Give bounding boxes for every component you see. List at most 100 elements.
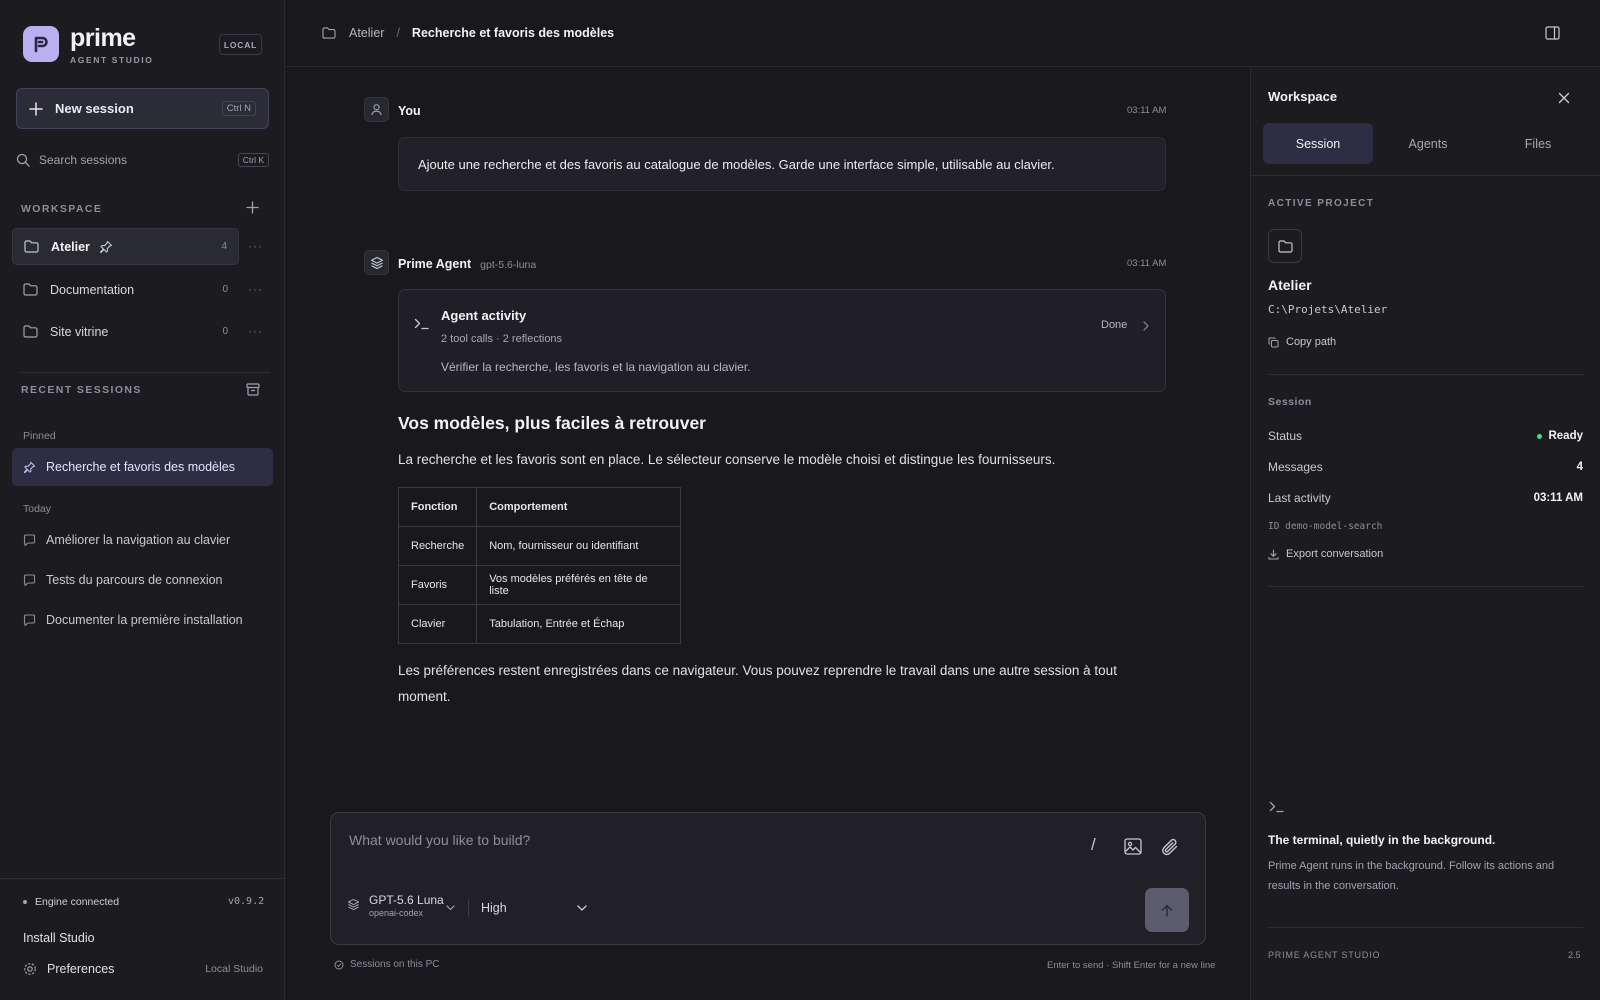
answer-table: Fonction Comportement Recherche Nom, fou… <box>397 487 682 644</box>
composer-footer-left: Sessions on this PC <box>334 959 440 970</box>
status-ready-dot-icon <box>1537 433 1543 439</box>
session-item[interactable]: Tests du parcours de connexion <box>12 561 273 599</box>
session-item[interactable]: Documenter la première installation <box>12 601 273 639</box>
image-icon[interactable] <box>1124 838 1142 855</box>
chevron-down-icon <box>577 905 587 911</box>
paperclip-icon[interactable] <box>1160 837 1180 857</box>
tab-files[interactable]: Files <box>1483 123 1593 164</box>
composer: What would you like to build? / GPT-5.6 … <box>330 812 1206 945</box>
table-cell: Clavier <box>397 604 478 644</box>
breadcrumb-current: Recherche et favoris des modèles <box>411 26 615 40</box>
tab-agents[interactable]: Agents <box>1373 123 1483 164</box>
slash-command-button[interactable]: / <box>1091 835 1096 855</box>
chat-icon <box>23 613 36 627</box>
footer-brand: PRIME AGENT STUDIO <box>1268 950 1381 960</box>
gear-icon <box>23 962 37 976</box>
add-workspace-icon[interactable] <box>246 201 259 214</box>
project-path: C:\Projets\Atelier <box>1268 303 1388 316</box>
table-header-row: Fonction Comportement <box>397 487 682 527</box>
activity-title: Agent activity <box>441 308 527 323</box>
divider <box>1268 374 1583 375</box>
breadcrumb-root[interactable]: Atelier <box>349 26 384 40</box>
search-sessions-label: Search sessions <box>39 153 128 167</box>
project-folder-icon <box>1268 229 1302 263</box>
prompt-input[interactable]: What would you like to build? <box>349 832 530 848</box>
tab-session[interactable]: Session <box>1263 123 1373 164</box>
close-icon[interactable] <box>1558 92 1570 104</box>
table-header: Comportement <box>476 487 682 527</box>
user-message-text: Ajoute une recherche et des favoris au c… <box>418 156 1055 172</box>
export-conversation-button[interactable]: Export conversation <box>1268 548 1383 560</box>
workspace-item-label: Atelier <box>51 239 90 254</box>
status-dot-icon <box>23 900 27 904</box>
answer-heading: Vos modèles, plus faciles à retrouver <box>398 413 706 433</box>
engine-status-label: Engine connected <box>35 896 120 908</box>
status-value: Ready <box>1548 430 1583 442</box>
table-cell: Vos modèles préférés en tête de liste <box>476 565 682 605</box>
new-session-button[interactable]: New session Ctrl N <box>16 88 269 129</box>
shield-icon <box>334 960 344 970</box>
search-shortcut: Ctrl K <box>237 153 269 167</box>
status-row: Status Ready <box>1268 426 1583 446</box>
effort-select[interactable]: High <box>481 898 587 918</box>
table-cell: Favoris <box>397 565 478 605</box>
workspace-item-count: 0 <box>222 326 228 337</box>
copy-path-button[interactable]: Copy path <box>1268 336 1336 348</box>
breadcrumb-separator: / <box>396 26 400 40</box>
folder-icon <box>322 27 336 39</box>
user-message-time: 03:11 AM <box>1127 105 1167 116</box>
search-sessions[interactable]: Search sessions Ctrl K <box>16 148 269 172</box>
chat-icon <box>23 533 36 547</box>
session-item-label: Recherche et favoris des modèles <box>46 460 235 474</box>
more-icon[interactable]: ··· <box>248 324 263 338</box>
agent-activity-card[interactable]: Agent activity 2 tool calls · 2 reflecti… <box>398 289 1166 392</box>
chat-icon <box>23 573 36 587</box>
archive-icon[interactable] <box>246 383 260 396</box>
messages-value: 4 <box>1576 461 1583 473</box>
answer-outro: Les préférences restent enregistrées dan… <box>398 663 1117 704</box>
last-activity-label: Last activity <box>1268 491 1331 505</box>
messages-row: Messages 4 <box>1268 457 1583 477</box>
brand-name: prime <box>70 24 136 52</box>
workspace-item-atelier[interactable]: Atelier 4 <box>12 228 239 265</box>
workspace-item-site-vitrine[interactable]: Site vitrine 0 <box>12 313 239 350</box>
more-icon[interactable]: ··· <box>248 282 263 296</box>
arrow-up-icon <box>1161 904 1173 917</box>
workspace-item-documentation[interactable]: Documentation 0 <box>12 271 239 308</box>
table-cell: Recherche <box>397 526 478 566</box>
send-button[interactable] <box>1145 888 1189 932</box>
chevron-down-icon <box>446 905 455 911</box>
activity-meta: 2 tool calls · 2 reflections <box>441 333 563 345</box>
copy-path-label: Copy path <box>1286 336 1337 348</box>
toggle-panel-icon[interactable] <box>1545 26 1560 40</box>
session-item-pinned[interactable]: Recherche et favoris des modèles <box>12 448 273 486</box>
terminal-icon <box>414 318 430 330</box>
chevron-right-icon <box>1143 321 1149 331</box>
sessions-storage-label: Sessions on this PC <box>350 959 440 970</box>
divider <box>1268 927 1583 928</box>
agent-avatar <box>364 250 389 275</box>
engine-status: Engine connected <box>23 896 119 908</box>
copy-icon <box>1268 337 1279 348</box>
recent-sessions-heading: RECENT SESSIONS <box>21 384 142 396</box>
divider <box>1251 175 1600 176</box>
pin-icon[interactable] <box>99 240 113 254</box>
activity-status: Done <box>1101 319 1128 331</box>
divider <box>1268 586 1583 587</box>
table-row: Clavier Tabulation, Entrée et Échap <box>397 604 682 644</box>
session-item-label: Améliorer la navigation au clavier <box>46 533 231 547</box>
panel-title: Workspace <box>1268 89 1338 104</box>
table-cell: Tabulation, Entrée et Échap <box>476 604 682 644</box>
pinned-label: Pinned <box>23 430 56 442</box>
session-item[interactable]: Améliorer la navigation au clavier <box>12 521 273 559</box>
messages-label: Messages <box>1268 460 1323 474</box>
install-studio-link[interactable]: Install Studio <box>23 931 95 945</box>
terminal-icon <box>1269 801 1285 813</box>
sidebar: prime AGENT STUDIO LOCAL New session Ctr… <box>0 0 285 1000</box>
active-project-heading: ACTIVE PROJECT <box>1268 198 1375 209</box>
more-icon[interactable]: ··· <box>248 239 263 253</box>
agent-header: Prime Agent gpt-5.6-luna <box>398 257 536 271</box>
session-id: ID demo-model-search <box>1268 521 1383 532</box>
preferences-button[interactable]: Preferences Local Studio <box>23 962 263 976</box>
new-session-shortcut: Ctrl N <box>221 101 256 116</box>
